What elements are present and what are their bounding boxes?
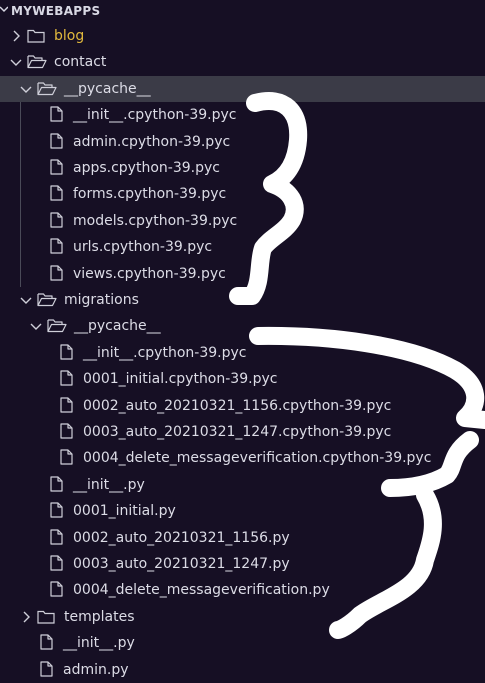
tree-item-label: __init__.py — [73, 476, 145, 493]
tree-file-row[interactable]: views.cpython-39.pyc — [0, 261, 485, 287]
tree-item-label: 0001_initial.cpython-39.pyc — [83, 371, 278, 388]
tree-file-row[interactable]: admin.py — [0, 657, 485, 683]
chevron-right-icon[interactable] — [19, 610, 33, 624]
file-icon — [50, 159, 63, 175]
tree-item-label: urls.cpython-39.pyc — [73, 239, 213, 256]
tree-item-label: 0002_auto_20210321_1156.py — [73, 529, 290, 546]
tree-item-label: 0003_auto_20210321_1247.cpython-39.pyc — [83, 424, 392, 440]
tree-item-label: __init__.cpython-39.pyc — [83, 344, 247, 361]
tree-item-label: __init__.py — [63, 635, 135, 652]
tree-item-label: __pycache__ — [64, 80, 151, 97]
tree-folder-row[interactable]: templates — [0, 604, 485, 630]
tree-item-label: contact — [54, 54, 107, 71]
file-icon — [60, 370, 73, 386]
tree-item-label: views.cpython-39.pyc — [73, 265, 226, 282]
folder-open-icon — [47, 318, 67, 333]
tree-file-row[interactable]: 0001_initial.cpython-39.pyc — [0, 366, 485, 392]
file-icon — [60, 423, 73, 439]
tree-file-row[interactable]: 0002_auto_20210321_1156.py — [0, 525, 485, 551]
tree-file-row[interactable]: 0003_auto_20210321_1247.py — [0, 551, 485, 577]
tree-item-label: 0004_delete_messageverification.cpython-… — [83, 450, 432, 467]
tree-file-row[interactable]: apps.cpython-39.pyc — [0, 155, 485, 181]
explorer-title: MYWEBAPPS — [11, 4, 101, 18]
tree-item-label: migrations — [64, 292, 139, 308]
tree-item-label: 0002_auto_20210321_1156.cpython-39.pyc — [83, 397, 392, 414]
chevron-down-icon[interactable] — [29, 319, 43, 333]
tree-folder-row[interactable]: migrations — [0, 287, 485, 313]
tree-file-row[interactable]: __init__.py — [0, 472, 485, 498]
chevron-down-icon[interactable] — [19, 82, 33, 96]
tree-item-label: models.cpython-39.pyc — [73, 212, 238, 229]
chevron-right-icon[interactable] — [9, 29, 23, 43]
indent-guide — [20, 102, 21, 287]
file-icon — [60, 344, 73, 360]
tree-file-row[interactable]: models.cpython-39.pyc — [0, 208, 485, 234]
chevron-down-icon — [0, 3, 8, 17]
tree-item-label: apps.cpython-39.pyc — [73, 160, 220, 176]
file-icon — [50, 502, 63, 518]
folder-open-icon — [37, 292, 57, 307]
file-icon — [40, 634, 53, 650]
file-icon — [60, 396, 73, 413]
file-icon — [50, 528, 63, 545]
tree-folder-row[interactable]: contact — [0, 49, 485, 75]
tree-folder-row[interactable]: __pycache__ — [0, 75, 485, 102]
file-icon — [50, 476, 63, 492]
tree-item-label: __pycache__ — [74, 318, 161, 335]
tree-file-row[interactable]: forms.cpython-39.pyc — [0, 181, 485, 207]
tree-file-row[interactable]: __init__.py — [0, 630, 485, 656]
tree-file-row[interactable]: 0002_auto_20210321_1156.cpython-39.pyc — [0, 393, 485, 419]
tree-file-row[interactable]: __init__.cpython-39.pyc — [0, 340, 485, 366]
tree-file-row[interactable]: 0001_initial.py — [0, 498, 485, 524]
tree-item-label: admin.py — [63, 661, 129, 678]
folder-icon — [37, 609, 55, 624]
file-icon — [40, 660, 53, 677]
tree-file-row[interactable]: 0004_delete_messageverification.py — [0, 577, 485, 603]
chevron-down-icon[interactable] — [19, 293, 33, 307]
tree-folder-row[interactable]: blog — [0, 23, 485, 49]
file-icon — [50, 555, 63, 571]
folder-open-icon — [27, 54, 47, 69]
tree-item-label: forms.cpython-39.pyc — [73, 186, 227, 203]
tree-item-label: 0001_initial.py — [73, 503, 176, 520]
tree-file-row[interactable]: admin.cpython-39.pyc — [0, 129, 485, 155]
tree-item-label: __init__.cpython-39.pyc — [73, 107, 237, 124]
tree-file-row[interactable]: __init__.cpython-39.pyc — [0, 102, 485, 128]
file-icon — [50, 238, 63, 254]
folder-icon — [27, 28, 45, 43]
tree-file-row[interactable]: 0003_auto_20210321_1247.cpython-39.pyc — [0, 419, 485, 445]
file-icon — [50, 132, 63, 149]
tree-file-row[interactable]: 0004_delete_messageverification.cpython-… — [0, 445, 485, 471]
file-icon — [50, 264, 63, 281]
tree-item-label: 0003_auto_20210321_1247.py — [73, 556, 290, 572]
tree-folder-row[interactable]: __pycache__ — [0, 313, 485, 339]
tree-file-row[interactable]: urls.cpython-39.pyc — [0, 234, 485, 260]
tree-item-label: admin.cpython-39.pyc — [73, 133, 231, 150]
explorer-section-header[interactable]: MYWEBAPPS — [0, 0, 485, 22]
folder-open-icon — [37, 81, 57, 96]
file-icon — [50, 581, 63, 597]
file-icon — [60, 449, 73, 465]
tree-item-label: blog — [54, 28, 85, 44]
tree-item-label: templates — [64, 608, 135, 625]
file-icon — [50, 185, 63, 201]
chevron-down-icon[interactable] — [9, 55, 23, 69]
file-icon — [50, 106, 63, 122]
tree-item-label: 0004_delete_messageverification.py — [73, 582, 330, 599]
file-icon — [50, 212, 63, 228]
